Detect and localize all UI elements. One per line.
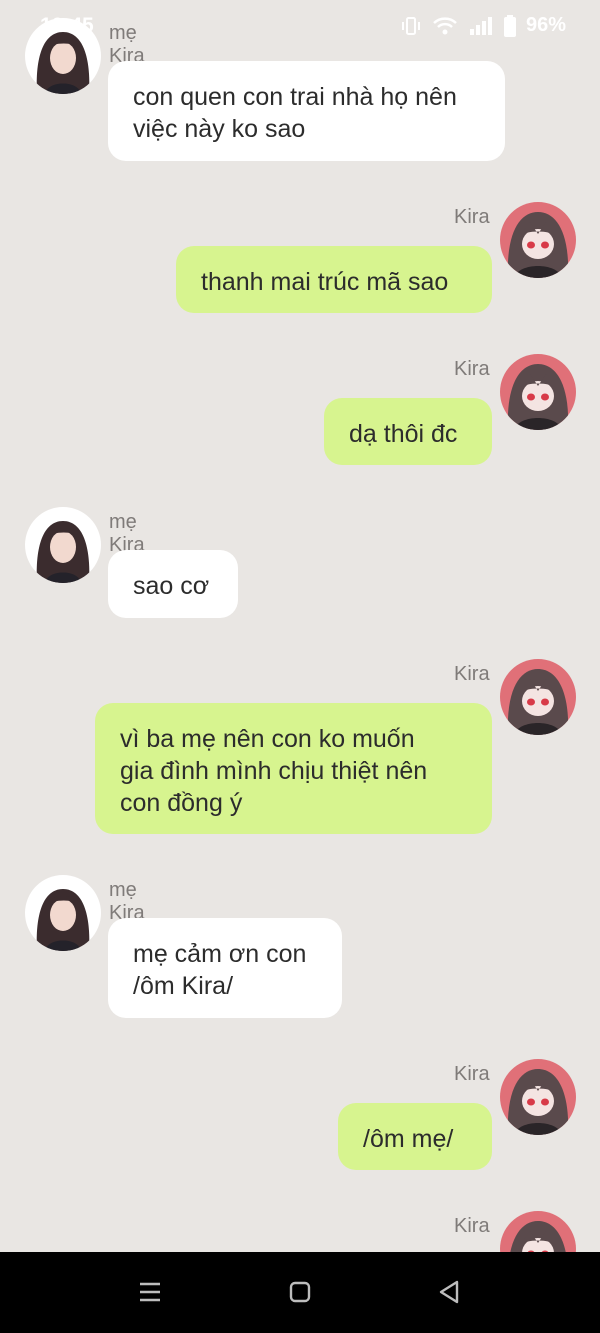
sender-name: Kira	[454, 663, 490, 685]
sender-name: Kira	[454, 206, 490, 228]
battery-icon	[503, 14, 516, 37]
message-bubble[interactable]: con quen con trai nhà họ nên việc này ko…	[108, 61, 505, 161]
battery-percent: 96%	[525, 14, 566, 36]
status-icons: 96%	[400, 14, 566, 37]
avatar-kira[interactable]	[500, 202, 576, 278]
status-bar: 10:45 96%	[0, 0, 600, 52]
sender-name: Kira	[454, 358, 490, 380]
home-icon[interactable]	[282, 1274, 318, 1310]
message-bubble[interactable]: thanh mai trúc mã sao	[176, 246, 492, 313]
wifi-icon	[432, 15, 458, 37]
navigation-bar	[0, 1252, 600, 1333]
recents-icon[interactable]	[132, 1274, 168, 1310]
avatar-kira[interactable]	[500, 659, 576, 735]
message-bubble[interactable]: mẹ cảm ơn con /ôm Kira/	[108, 918, 342, 1018]
back-icon[interactable]	[431, 1274, 467, 1310]
message-bubble[interactable]: /ôm mẹ/	[338, 1103, 492, 1170]
signal-icon	[468, 15, 494, 37]
avatar-me-kira[interactable]	[25, 875, 101, 951]
avatar-kira[interactable]	[500, 354, 576, 430]
sender-name: Kira	[454, 1063, 490, 1085]
avatar-me-kira[interactable]	[25, 507, 101, 583]
avatar-kira[interactable]	[500, 1059, 576, 1135]
status-time: 10:45	[40, 14, 94, 37]
message-bubble[interactable]: sao cơ	[108, 550, 238, 618]
message-bubble[interactable]: dạ thôi đc	[324, 398, 492, 465]
message-bubble[interactable]: vì ba mẹ nên con ko muốn gia đình mình c…	[95, 703, 492, 834]
vibrate-icon	[400, 15, 422, 37]
sender-name: Kira	[454, 1215, 490, 1237]
